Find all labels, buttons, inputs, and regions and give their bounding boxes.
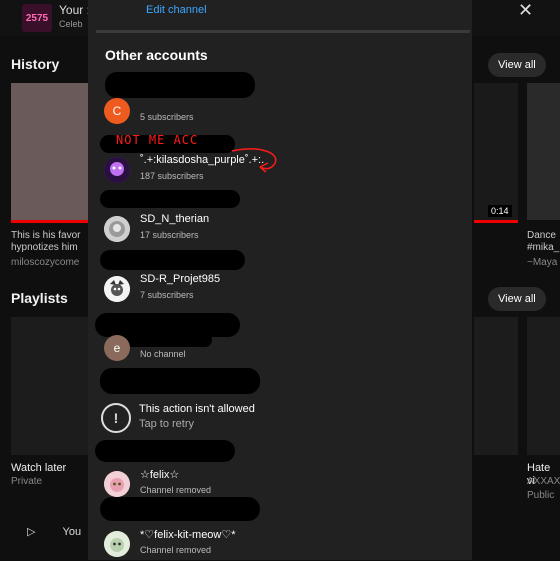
video-thumbnail[interactable] [11,83,91,223]
handwritten-annotation: NOT ME ACC [116,133,199,147]
account-name: *♡felix-kit-meow♡* [140,529,236,541]
bottom-nav-label: You [62,526,82,538]
playlist-privacy: Public [527,490,555,501]
playlist-thumbnail[interactable] [11,317,91,455]
avatar: C [104,98,130,124]
playlist-title: Watch later [11,462,67,474]
account-status: Channel removed [140,545,212,555]
account-item[interactable]: ☆felix☆ Channel removed [104,469,464,501]
account-item[interactable]: *♡felix-kit-meow♡* Channel removed [104,529,464,561]
account-subscribers: 17 subscribers [140,230,199,240]
divider [96,30,470,33]
redaction-scribble [100,250,245,270]
avatar: e [104,335,130,361]
video-title-line2: hypnotizes him [11,242,78,253]
account-status: Channel removed [140,485,212,495]
account-item[interactable]: SD_N_therian 17 subscribers [104,213,464,246]
avatar [104,216,130,242]
redaction-scribble [105,72,255,98]
video-thumbnail[interactable] [474,83,518,223]
account-item[interactable]: C 5 subscribers [104,98,464,128]
account-subscribers: 5 subscribers [140,112,194,122]
redaction-scribble [100,368,260,394]
playlists-view-all-button[interactable]: View all [488,287,546,311]
other-accounts-title: Other accounts [105,47,208,63]
account-subscribers: 7 subscribers [140,290,194,300]
video-channel: miloscozycome [11,257,80,268]
playlist-thumbnail[interactable] [474,317,518,455]
playlist-privacy: Private [11,476,43,487]
history-view-all-button[interactable]: View all [488,53,546,77]
video-icon: ▷ [27,526,36,538]
account-subscribers: No channel [140,349,186,359]
account-item[interactable]: SD-R_Projet985 7 subscribers [104,273,464,306]
header-subtitle: Celeb [59,19,83,29]
account-name: ˚.+:kilasdosha_purple˚.+:. [140,154,265,166]
channel-avatar: 2575 [22,4,52,32]
avatar [104,157,130,183]
close-icon[interactable]: ✕ [518,0,533,21]
warning-icon: ! [101,403,131,433]
account-name: SD-R_Projet985 [140,273,221,285]
account-item[interactable]: ˚.+:kilasdosha_purple˚.+:. 187 subscribe… [104,154,464,187]
video-thumbnail[interactable] [527,83,560,220]
warning-title: This action isn't allowed [139,403,255,415]
avatar [104,276,130,302]
playlist-thumbnail[interactable] [527,317,560,455]
video-title-line2: #mika_ [527,242,560,253]
bottom-nav-your-videos[interactable]: ▷ You [27,525,81,538]
avatar [104,471,130,497]
playlist-subtitle: AXXAX [527,476,560,487]
video-channel: ~Maya [527,257,558,268]
redaction-scribble [95,440,235,462]
header-title: Your : [59,3,90,17]
account-subscribers: 187 subscribers [140,171,204,181]
account-name: ☆felix☆ [140,469,180,481]
history-title: History [11,56,60,72]
retry-button[interactable]: Tap to retry [139,418,194,430]
video-duration: 0:14 [488,205,512,217]
edit-channel-link[interactable]: Edit channel [146,4,207,16]
redaction-scribble [100,190,240,208]
account-item[interactable]: e No channel [104,335,464,365]
playlists-title: Playlists [11,290,68,306]
avatar [104,531,130,557]
account-name: SD_N_therian [140,213,210,225]
